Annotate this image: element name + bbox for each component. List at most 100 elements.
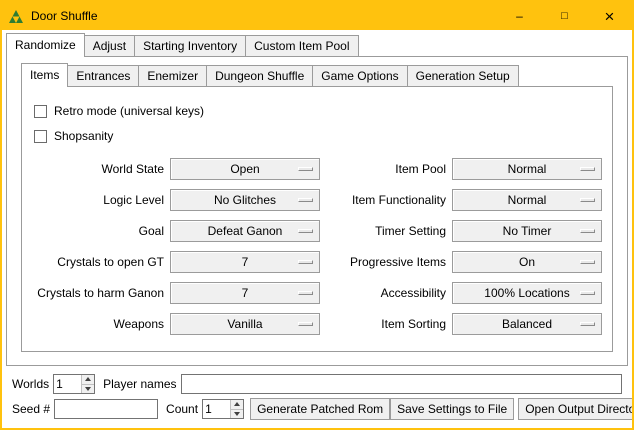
close-button[interactable]: ×	[587, 2, 632, 30]
dropdown-indicator-icon	[298, 229, 313, 233]
player-names-input[interactable]	[181, 374, 623, 394]
goal-label: Goal	[32, 224, 164, 238]
dropdown-indicator-icon	[298, 322, 313, 326]
logic-level-value: No Glitches	[214, 193, 276, 207]
item-functionality-label: Item Functionality	[326, 193, 446, 207]
item-sorting-dropdown[interactable]: Balanced	[452, 313, 602, 335]
shopsanity-checkbox[interactable]	[34, 130, 47, 143]
weapons-label: Weapons	[32, 317, 164, 331]
progressive-items-value: On	[519, 255, 535, 269]
crystals-open-gt-value: 7	[242, 255, 249, 269]
dropdown-indicator-icon	[298, 260, 313, 264]
seed-input[interactable]	[54, 399, 158, 419]
titlebar[interactable]: Door Shuffle – □ ×	[2, 2, 632, 30]
dropdown-indicator-icon	[298, 167, 313, 171]
accessibility-label: Accessibility	[326, 286, 446, 300]
worlds-label: Worlds	[12, 377, 49, 391]
worlds-spinbox	[53, 374, 95, 394]
count-input[interactable]	[203, 400, 230, 418]
weapons-value: Vanilla	[227, 317, 262, 331]
worlds-input[interactable]	[54, 375, 81, 393]
dropdown-indicator-icon	[580, 322, 595, 326]
goal-value: Defeat Ganon	[208, 224, 283, 238]
randomize-tab-pane: Items Entrances Enemizer Dungeon Shuffle…	[6, 57, 628, 366]
arrow-up-icon	[234, 402, 240, 406]
window-title: Door Shuffle	[31, 9, 98, 23]
item-functionality-dropdown[interactable]: Normal	[452, 189, 602, 211]
items-tab-pane: Retro mode (universal keys) Shopsanity W…	[21, 87, 613, 352]
weapons-dropdown[interactable]: Vanilla	[170, 313, 320, 335]
logic-level-label: Logic Level	[32, 193, 164, 207]
tab-custom-item-pool[interactable]: Custom Item Pool	[245, 35, 358, 56]
timer-setting-value: No Timer	[503, 224, 552, 238]
crystals-open-gt-label: Crystals to open GT	[32, 255, 164, 269]
world-state-value: Open	[230, 162, 259, 176]
crystals-harm-ganon-label: Crystals to harm Ganon	[32, 286, 164, 300]
window-controls: – □ ×	[497, 2, 632, 30]
options-grid: World State Open Item Pool Normal Logic …	[32, 158, 602, 335]
maximize-icon: □	[561, 11, 568, 22]
tab-enemizer[interactable]: Enemizer	[138, 65, 207, 86]
tab-adjust[interactable]: Adjust	[84, 35, 135, 56]
count-spin-down-button[interactable]	[231, 409, 243, 419]
minimize-button[interactable]: –	[497, 2, 542, 30]
main-area: Randomize Adjust Starting Inventory Cust…	[2, 30, 632, 428]
open-output-directory-button[interactable]: Open Output Directory	[518, 398, 632, 420]
shopsanity-row: Shopsanity	[34, 127, 602, 145]
accessibility-value: 100% Locations	[484, 286, 569, 300]
tab-items[interactable]: Items	[21, 63, 68, 87]
goal-dropdown[interactable]: Defeat Ganon	[170, 220, 320, 242]
progressive-items-label: Progressive Items	[326, 255, 446, 269]
dropdown-indicator-icon	[580, 260, 595, 264]
item-pool-dropdown[interactable]: Normal	[452, 158, 602, 180]
item-sorting-value: Balanced	[502, 317, 552, 331]
inner-tab-bar: Items Entrances Enemizer Dungeon Shuffle…	[21, 63, 613, 87]
arrow-up-icon	[85, 377, 91, 381]
item-pool-value: Normal	[508, 162, 547, 176]
maximize-button[interactable]: □	[542, 2, 587, 30]
tab-generation-setup[interactable]: Generation Setup	[407, 65, 519, 86]
seed-label: Seed #	[12, 402, 50, 416]
generate-patched-rom-button[interactable]: Generate Patched Rom	[250, 398, 390, 420]
item-sorting-label: Item Sorting	[326, 317, 446, 331]
count-spin-up-button[interactable]	[231, 400, 243, 409]
window: Door Shuffle – □ × Randomize Adjust Star…	[0, 0, 634, 430]
seed-row: Seed # Count Generate Patched Rom Save S…	[12, 398, 622, 420]
accessibility-dropdown[interactable]: 100% Locations	[452, 282, 602, 304]
app-icon	[8, 8, 24, 24]
bottom-controls: Worlds Player names Seed # Count	[6, 366, 628, 428]
crystals-harm-ganon-value: 7	[242, 286, 249, 300]
dropdown-indicator-icon	[298, 198, 313, 202]
worlds-row: Worlds Player names	[12, 374, 622, 394]
minimize-icon: –	[516, 10, 523, 22]
retro-mode-label: Retro mode (universal keys)	[54, 104, 204, 118]
retro-mode-row: Retro mode (universal keys)	[34, 102, 602, 120]
dropdown-indicator-icon	[580, 167, 595, 171]
item-pool-label: Item Pool	[326, 162, 446, 176]
count-spin-buttons	[230, 400, 243, 418]
dropdown-indicator-icon	[298, 291, 313, 295]
tab-entrances[interactable]: Entrances	[67, 65, 139, 86]
retro-mode-checkbox[interactable]	[34, 105, 47, 118]
tab-randomize[interactable]: Randomize	[6, 33, 85, 57]
progressive-items-dropdown[interactable]: On	[452, 251, 602, 273]
count-spinbox	[202, 399, 244, 419]
item-functionality-value: Normal	[508, 193, 547, 207]
save-settings-button[interactable]: Save Settings to File	[390, 398, 514, 420]
tab-dungeon-shuffle[interactable]: Dungeon Shuffle	[206, 65, 313, 86]
crystals-harm-ganon-dropdown[interactable]: 7	[170, 282, 320, 304]
world-state-dropdown[interactable]: Open	[170, 158, 320, 180]
outer-tab-bar: Randomize Adjust Starting Inventory Cust…	[6, 33, 628, 57]
logic-level-dropdown[interactable]: No Glitches	[170, 189, 320, 211]
crystals-open-gt-dropdown[interactable]: 7	[170, 251, 320, 273]
worlds-spin-down-button[interactable]	[82, 384, 94, 394]
dropdown-indicator-icon	[580, 198, 595, 202]
tab-game-options[interactable]: Game Options	[312, 65, 407, 86]
dropdown-indicator-icon	[580, 291, 595, 295]
worlds-spin-up-button[interactable]	[82, 375, 94, 384]
tab-starting-inventory[interactable]: Starting Inventory	[134, 35, 246, 56]
timer-setting-label: Timer Setting	[326, 224, 446, 238]
dropdown-indicator-icon	[580, 229, 595, 233]
timer-setting-dropdown[interactable]: No Timer	[452, 220, 602, 242]
worlds-spin-buttons	[81, 375, 94, 393]
